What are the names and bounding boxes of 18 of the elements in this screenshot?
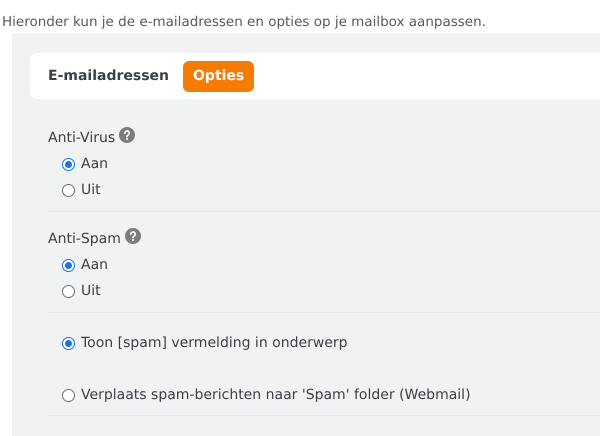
option-label: Toon [spam] vermelding in onderwerp	[81, 334, 348, 352]
radio-button[interactable]	[62, 284, 75, 298]
radio-button[interactable]	[62, 388, 75, 402]
radio-button[interactable]	[62, 184, 75, 196]
option-label: Verplaats spam-berichten naar 'Spam' folder (Webmail)	[81, 386, 471, 404]
option-label: Aan	[81, 256, 108, 274]
intro-text: Hieronder kun je de e-mailadressen en opties op je mailbox aanpassen.	[2, 14, 486, 30]
radio-button[interactable]	[62, 258, 75, 272]
tab[interactable]: E-mailadressen	[48, 60, 170, 92]
radio-button[interactable]	[62, 158, 75, 170]
option-label: Uit	[81, 282, 101, 300]
help-icon[interactable]	[119, 127, 136, 143]
option-label: Uit	[81, 180, 101, 200]
help-icon[interactable]	[124, 228, 141, 244]
section-title: Anti-Virus	[48, 128, 116, 148]
option-label: Aan	[81, 154, 108, 174]
section-title: Anti-Spam	[48, 230, 121, 248]
radio-button[interactable]	[62, 336, 75, 350]
